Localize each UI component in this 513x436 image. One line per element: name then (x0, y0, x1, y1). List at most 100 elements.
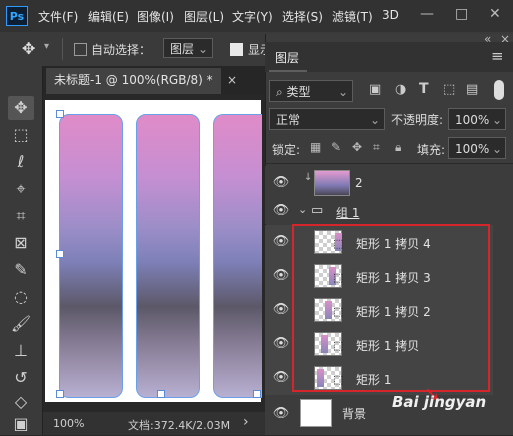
chevron-down-icon[interactable]: ▾ (44, 41, 49, 52)
lock-all-icon[interactable]: 🔒︎ (395, 140, 401, 155)
maximize-button[interactable]: □ (455, 6, 468, 22)
layer-filter-value: 类型 (286, 85, 311, 99)
layer-thumbnail (300, 399, 332, 427)
chevron-down-icon: ⌄ (197, 42, 208, 56)
document-tab[interactable]: 未标题-1 @ 100%(RGB/8) * × (46, 68, 237, 94)
move-tool-icon[interactable]: ✥ (22, 39, 35, 58)
status-arrow-icon[interactable]: › (243, 414, 249, 430)
fill-value: 100% (455, 142, 490, 156)
chevron-down-icon: ⌄ (337, 85, 348, 99)
menu-filter[interactable]: 滤镜(T) (332, 8, 373, 25)
crop-tool-icon[interactable]: ⌗ (8, 204, 34, 228)
eye-icon[interactable]: 👁︎ (272, 203, 290, 218)
lock-label: 锁定: (272, 143, 301, 157)
opacity-field[interactable]: 100% ⌄ (448, 108, 506, 130)
auto-select-label: 自动选择： (91, 43, 152, 57)
layers-tab[interactable]: 图层 (275, 49, 299, 66)
healing-brush-icon[interactable]: ◌ (8, 285, 34, 309)
layer-name[interactable]: 背景 (342, 405, 366, 422)
transform-handle[interactable] (56, 250, 64, 258)
type-filter-icon[interactable]: T (419, 81, 429, 97)
opacity-value: 100% (455, 113, 490, 127)
status-bar: 100% 文档:372.4K/2.03M › (43, 412, 265, 435)
brush-tool-icon[interactable]: 🖌 (8, 312, 34, 336)
tab-underline (269, 70, 307, 72)
layer-row[interactable] (265, 166, 493, 200)
lock-artboard-icon[interactable]: ⌗ (373, 140, 380, 155)
eye-icon[interactable]: 👁︎ (272, 175, 290, 190)
chevron-down-icon: ⌄ (369, 113, 380, 127)
transform-handle[interactable] (157, 390, 165, 398)
filter-toggle-switch[interactable] (494, 80, 504, 100)
fill-field[interactable]: 100% ⌄ (448, 137, 506, 159)
auto-select-target-dropdown[interactable]: 图层 ⌄ (163, 38, 213, 58)
minimize-button[interactable]: — (420, 6, 434, 22)
blend-mode-dropdown[interactable]: 正常 ⌄ (269, 108, 385, 130)
menu-type[interactable]: 文字(Y) (232, 8, 273, 25)
close-tab-button[interactable]: × (227, 68, 237, 92)
auto-select-checkbox[interactable] (74, 43, 87, 56)
eye-icon[interactable]: 👁︎ (272, 302, 290, 317)
menu-edit[interactable]: 编辑(E) (88, 8, 129, 25)
eye-icon[interactable]: 👁︎ (272, 234, 290, 249)
zoom-level[interactable]: 100% (53, 417, 84, 430)
lock-transparent-icon[interactable]: ▦ (310, 140, 321, 154)
layers-panel-header: 图层 ≡ (265, 42, 513, 72)
chevron-down-icon[interactable]: ⌄ (298, 203, 307, 216)
close-window-button[interactable]: ✕ (489, 6, 501, 22)
menu-file[interactable]: 文件(F) (38, 8, 78, 25)
canvas[interactable] (45, 100, 262, 402)
document-info: 文档:372.4K/2.03M (128, 419, 231, 432)
history-brush-icon[interactable]: ↺ (8, 366, 34, 390)
transform-handle[interactable] (56, 390, 64, 398)
mountain-strip-1[interactable] (59, 114, 123, 398)
eye-icon[interactable]: 👁︎ (272, 336, 290, 351)
document-title: 未标题-1 @ 100%(RGB/8) * (54, 73, 213, 87)
eyedropper-tool-icon[interactable]: ✎ (8, 258, 34, 282)
gradient-tool-icon[interactable]: ▣ (8, 412, 34, 436)
lasso-tool-icon[interactable]: ℓ (8, 150, 34, 174)
menu-image[interactable]: 图像(I) (137, 8, 174, 25)
divider (265, 163, 513, 164)
eye-icon[interactable]: 👁︎ (272, 370, 290, 385)
transform-handle[interactable] (56, 110, 64, 118)
photoshop-logo: Ps (6, 6, 28, 26)
menu-bar: Ps 文件(F) 编辑(E) 图像(I) 图层(L) 文字(Y) 选择(S) 滤… (0, 0, 513, 32)
auto-select-target-value: 图层 (170, 42, 195, 56)
show-transform-checkbox[interactable] (230, 43, 243, 56)
eye-icon[interactable]: 👁︎ (272, 268, 290, 283)
quick-select-tool-icon[interactable]: ⌖ (8, 177, 34, 201)
smart-object-filter-icon[interactable]: ▤ (466, 82, 478, 97)
layer-name[interactable]: 组 1 (336, 204, 359, 221)
layer-name[interactable]: 2 (355, 176, 363, 190)
menu-layer[interactable]: 图层(L) (184, 8, 224, 25)
mountain-strip-3[interactable] (213, 114, 262, 398)
adjustment-filter-icon[interactable]: ◑ (395, 82, 406, 97)
clone-stamp-icon[interactable]: ⊥ (8, 339, 34, 363)
opacity-label: 不透明度: (391, 113, 444, 127)
chevron-down-icon: ⌄ (491, 142, 502, 156)
chevron-down-icon: ⌄ (491, 113, 502, 127)
move-tool-icon[interactable]: ✥ (8, 96, 34, 120)
lock-position-icon[interactable]: ✥ (352, 140, 362, 154)
tools-panel: ✥ ⬚ ℓ ⌖ ⌗ ⊠ ✎ ◌ 🖌 ⊥ ↺ ◇ ▣ (0, 66, 43, 435)
marquee-tool-icon[interactable]: ⬚ (8, 123, 34, 147)
eye-icon[interactable]: 👁︎ (272, 406, 290, 421)
search-icon: ⌕ (276, 85, 287, 99)
shape-filter-icon[interactable]: ⬚ (443, 82, 455, 97)
mountain-strip-2[interactable] (136, 114, 200, 398)
panel-menu-icon[interactable]: ≡ (491, 47, 504, 65)
menu-3d[interactable]: 3D (382, 8, 399, 22)
layer-thumbnail (314, 170, 350, 196)
folder-icon: ▭ (311, 203, 324, 218)
watermark: Bai jingyan (392, 393, 487, 411)
pixel-filter-icon[interactable]: ▣ (369, 82, 381, 97)
eraser-tool-icon[interactable]: ◇ (8, 390, 34, 414)
layer-filter-dropdown[interactable]: ⌕ 类型 ⌄ (269, 80, 353, 102)
fill-label: 填充: (417, 143, 446, 157)
frame-tool-icon[interactable]: ⊠ (8, 231, 34, 255)
menu-select[interactable]: 选择(S) (282, 8, 323, 25)
blend-mode-value: 正常 (276, 113, 301, 127)
transform-handle[interactable] (253, 390, 261, 398)
lock-pixels-icon[interactable]: ✎ (331, 140, 341, 154)
